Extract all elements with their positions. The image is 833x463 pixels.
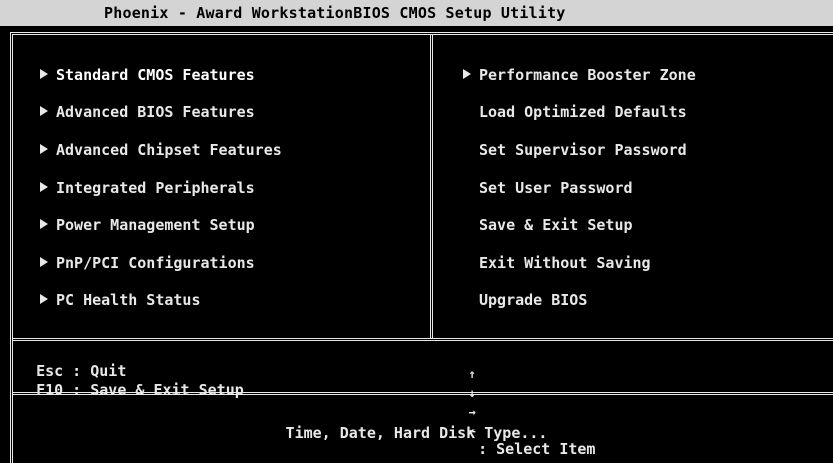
menu-item-label: Upgrade BIOS: [479, 291, 588, 309]
menu-item-exit-without-saving[interactable]: Exit Without Saving: [463, 253, 651, 273]
menu-item-label: Set Supervisor Password: [479, 141, 687, 159]
submenu-arrow-icon: [40, 294, 48, 304]
menu-item-load-optimized-defaults[interactable]: Load Optimized Defaults: [463, 102, 687, 122]
menu-item-label: Advanced BIOS Features: [56, 103, 255, 121]
menu-item-label: Performance Booster Zone: [479, 66, 696, 84]
submenu-arrow-icon: [40, 69, 48, 79]
menu-item-integrated-peripherals[interactable]: Integrated Peripherals: [40, 178, 255, 198]
menu-item-label: PnP/PCI Configurations: [56, 254, 255, 272]
menu-item-power-management-setup[interactable]: Power Management Setup: [40, 215, 255, 235]
submenu-arrow-icon: [40, 106, 48, 116]
arrow-down-icon: ↓: [468, 386, 476, 400]
menu-item-standard-cmos-features[interactable]: Standard CMOS Features: [40, 65, 255, 85]
submenu-arrow-icon: [463, 69, 471, 79]
menu-item-label: Save & Exit Setup: [479, 216, 633, 234]
help-f10-label: F10 : Save & Exit Setup: [36, 381, 244, 399]
menu-item-set-supervisor-password[interactable]: Set Supervisor Password: [463, 140, 687, 160]
menu-item-label: Set User Password: [479, 179, 633, 197]
help-select-label: : Select Item: [478, 440, 596, 458]
menu-item-label: Exit Without Saving: [479, 254, 651, 272]
menu-item-advanced-bios-features[interactable]: Advanced BIOS Features: [40, 102, 255, 122]
menu-item-performance-booster-zone[interactable]: Performance Booster Zone: [463, 65, 696, 85]
menu-item-label: Load Optimized Defaults: [479, 103, 687, 121]
submenu-arrow-icon: [40, 257, 48, 267]
menu-item-save-exit-setup[interactable]: Save & Exit Setup: [463, 215, 633, 235]
menu-item-upgrade-bios[interactable]: Upgrade BIOS: [463, 290, 587, 310]
submenu-arrow-icon: [40, 182, 48, 192]
submenu-arrow-icon: [40, 219, 48, 229]
menu-item-label: Power Management Setup: [56, 216, 255, 234]
menu-item-pc-health-status[interactable]: PC Health Status: [40, 290, 201, 310]
menu-item-label: Standard CMOS Features: [56, 66, 255, 84]
menu-item-advanced-chipset-features[interactable]: Advanced Chipset Features: [40, 140, 282, 160]
arrow-up-icon: ↑: [468, 367, 476, 381]
menu-item-label: PC Health Status: [56, 291, 201, 309]
arrow-right-icon: →: [468, 405, 476, 419]
column-divider: [430, 35, 433, 338]
help-f10: F10 : Save & Exit Setup: [18, 366, 244, 398]
app-title: Phoenix - Award WorkstationBIOS CMOS Set…: [104, 4, 566, 22]
submenu-arrow-icon: [40, 144, 48, 154]
item-description: Time, Date, Hard Disk Type...: [285, 424, 548, 442]
menu-item-label: Advanced Chipset Features: [56, 141, 282, 159]
menu-item-set-user-password[interactable]: Set User Password: [463, 178, 633, 198]
title-bar: Phoenix - Award WorkstationBIOS CMOS Set…: [0, 0, 833, 26]
menu-item-label: Integrated Peripherals: [56, 179, 255, 197]
menu-item-pnp-pci-configurations[interactable]: PnP/PCI Configurations: [40, 253, 255, 273]
menu-bottom-divider: [13, 338, 833, 341]
